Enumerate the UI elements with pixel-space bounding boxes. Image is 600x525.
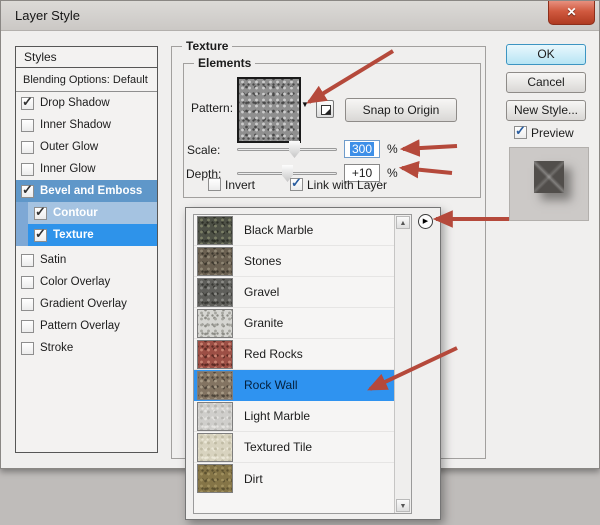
bevel-checkbox[interactable]: ✓ bbox=[21, 183, 34, 198]
pattern-thumb bbox=[197, 432, 233, 462]
sidebar-item-pattern-overlay[interactable]: Pattern Overlay bbox=[16, 315, 157, 337]
sidebar-item-texture[interactable]: ✓ Texture bbox=[16, 224, 157, 246]
pattern-item-rock-wall[interactable]: Rock Wall bbox=[194, 370, 411, 401]
pattern-item-stones[interactable]: Stones bbox=[194, 246, 411, 277]
pattern-preview-swatch[interactable] bbox=[237, 77, 301, 143]
close-icon: ✕ bbox=[566, 5, 577, 19]
style-preview-thumbnail bbox=[509, 147, 589, 221]
styles-header: Styles bbox=[15, 46, 158, 69]
texture-checkbox[interactable]: ✓ bbox=[34, 227, 47, 242]
sidebar-item-stroke[interactable]: Stroke bbox=[16, 337, 157, 359]
pattern-thumb bbox=[197, 401, 233, 431]
pattern-label: Pattern: bbox=[191, 101, 234, 115]
pattern-item-granite[interactable]: Granite bbox=[194, 308, 411, 339]
scroll-down-icon[interactable]: ▼ bbox=[396, 499, 410, 512]
pattern-thumb bbox=[197, 308, 233, 338]
dialog-title: Layer Style bbox=[15, 8, 81, 23]
scale-label: Scale: bbox=[187, 143, 221, 157]
pattern-item-textured-tile[interactable]: Textured Tile bbox=[194, 432, 411, 463]
cancel-button[interactable]: Cancel bbox=[506, 72, 586, 93]
elements-group-label: Elements bbox=[194, 56, 256, 70]
preview-checkbox[interactable]: ✓ bbox=[514, 124, 527, 139]
pattern-thumb bbox=[197, 370, 233, 400]
new-style-button[interactable]: New Style... bbox=[506, 100, 586, 121]
stroke-checkbox[interactable] bbox=[21, 341, 34, 355]
sidebar-item-color-overlay[interactable]: Color Overlay bbox=[16, 271, 157, 293]
sidebar-item-bevel-and-emboss[interactable]: ✓ Bevel and Emboss bbox=[16, 180, 157, 202]
inner-glow-checkbox[interactable] bbox=[21, 162, 34, 176]
sidebar-item-outer-glow[interactable]: Outer Glow bbox=[16, 136, 157, 158]
snap-to-origin-button[interactable]: Snap to Origin bbox=[345, 98, 457, 122]
sidebar-item-gradient-overlay[interactable]: Gradient Overlay bbox=[16, 293, 157, 315]
preview-bevel-square bbox=[534, 161, 564, 193]
inner-shadow-checkbox[interactable] bbox=[21, 118, 34, 132]
sidebar-item-blending-options[interactable]: Blending Options: Default bbox=[16, 68, 157, 92]
pattern-list-scrollbar[interactable]: ▲ ▼ bbox=[394, 215, 411, 513]
preview-label: Preview bbox=[531, 126, 574, 140]
link-with-layer-checkbox[interactable]: ✓ bbox=[290, 176, 303, 191]
pattern-dropdown-arrow-icon[interactable]: ▼ bbox=[301, 100, 309, 109]
pattern-item-black-marble[interactable]: Black Marble bbox=[194, 215, 411, 246]
close-button[interactable]: ✕ bbox=[548, 1, 595, 25]
new-preset-icon bbox=[321, 105, 331, 115]
pattern-thumb bbox=[197, 277, 233, 307]
invert-checkbox[interactable] bbox=[208, 178, 221, 191]
pattern-overlay-checkbox[interactable] bbox=[21, 319, 34, 333]
dialog-titlebar[interactable]: Layer Style ✕ bbox=[1, 1, 599, 31]
sidebar-item-satin[interactable]: Satin bbox=[16, 249, 157, 271]
depth-unit: % bbox=[387, 166, 398, 180]
sidebar-item-contour[interactable]: ✓ Contour bbox=[16, 202, 157, 224]
pattern-thumb bbox=[197, 464, 233, 493]
pattern-list: Black Marble Stones Gravel Granite Red R… bbox=[193, 214, 412, 514]
color-overlay-checkbox[interactable] bbox=[21, 275, 34, 289]
outer-glow-checkbox[interactable] bbox=[21, 140, 34, 154]
contour-checkbox[interactable]: ✓ bbox=[34, 205, 47, 220]
sidebar-item-inner-shadow[interactable]: Inner Shadow bbox=[16, 114, 157, 136]
scale-slider-track[interactable] bbox=[237, 148, 337, 151]
gradient-overlay-checkbox[interactable] bbox=[21, 297, 34, 311]
scale-unit: % bbox=[387, 142, 398, 156]
texture-group-label: Texture bbox=[182, 39, 233, 53]
pattern-thumb bbox=[197, 246, 233, 276]
scroll-up-icon[interactable]: ▲ bbox=[396, 216, 410, 229]
scale-value-input[interactable]: 300 bbox=[344, 140, 380, 158]
pattern-item-red-rocks[interactable]: Red Rocks bbox=[194, 339, 411, 370]
satin-checkbox[interactable] bbox=[21, 253, 34, 267]
invert-label: Invert bbox=[225, 178, 256, 192]
pattern-item-dirt[interactable]: Dirt bbox=[194, 463, 411, 494]
styles-list: Blending Options: Default ✓ Drop Shadow I… bbox=[15, 67, 158, 453]
drop-shadow-checkbox[interactable]: ✓ bbox=[21, 95, 34, 110]
sidebar-item-drop-shadow[interactable]: ✓ Drop Shadow bbox=[16, 92, 157, 114]
screenshot-root: Layer Style ✕ Styles Blending Options: D… bbox=[0, 0, 600, 525]
link-with-layer-label: Link with Layer bbox=[307, 178, 388, 192]
pattern-picker-popup: Black Marble Stones Gravel Granite Red R… bbox=[185, 207, 441, 520]
pattern-thumb bbox=[197, 339, 233, 369]
pattern-item-light-marble[interactable]: Light Marble bbox=[194, 401, 411, 432]
new-pattern-preset-button[interactable] bbox=[316, 100, 334, 118]
sidebar-item-inner-glow[interactable]: Inner Glow bbox=[16, 158, 157, 180]
picker-menu-button[interactable]: ▶ bbox=[418, 214, 433, 229]
flyout-triangle-icon: ▶ bbox=[422, 218, 429, 225]
pattern-item-gravel[interactable]: Gravel bbox=[194, 277, 411, 308]
pattern-thumb bbox=[197, 215, 233, 245]
ok-button[interactable]: OK bbox=[506, 44, 586, 65]
